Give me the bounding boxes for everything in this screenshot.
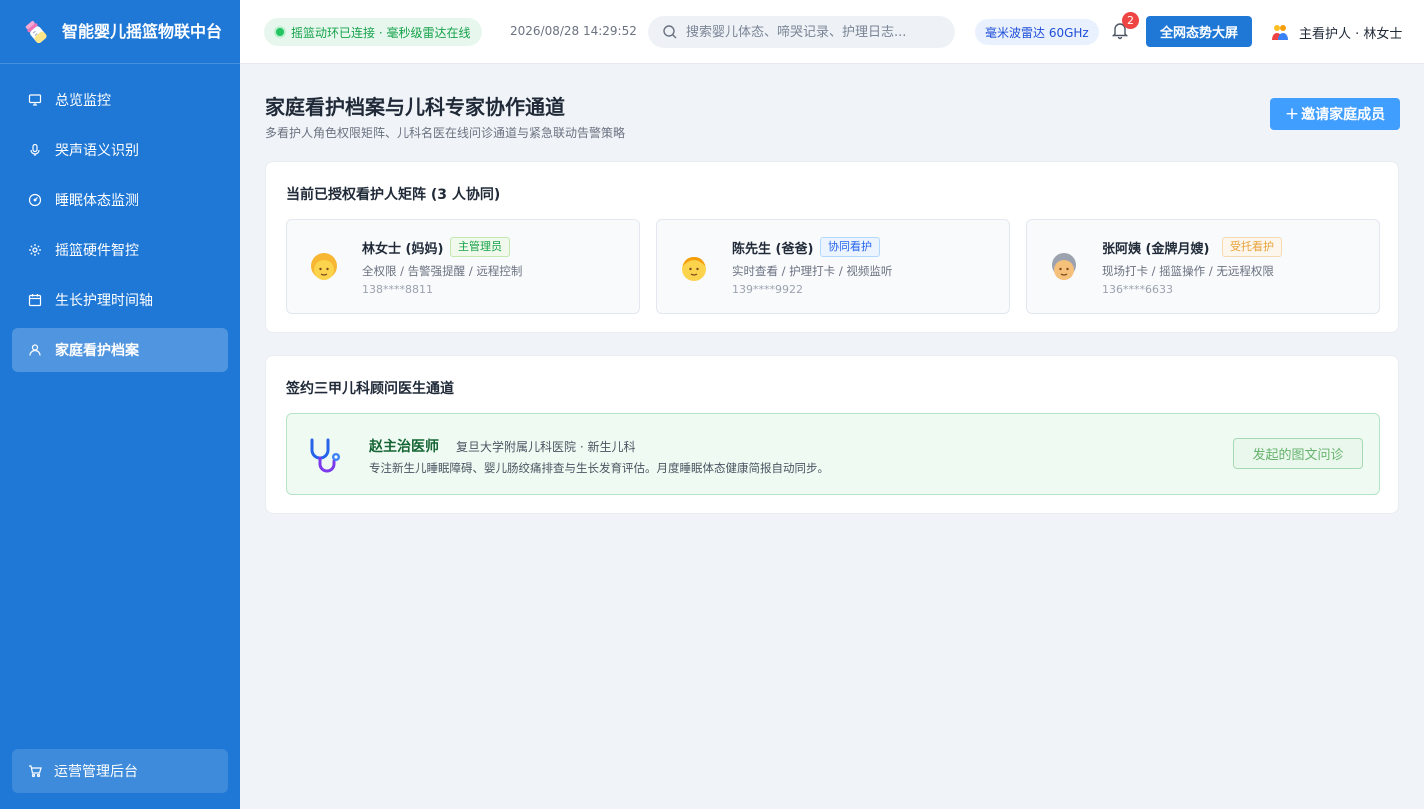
top-header: 摇篮动环已连接 · 毫秒级雷达在线 2026/08/28 14:29:52 毫米… [240, 0, 1424, 64]
role-badge: 主管理员 [450, 237, 510, 257]
guardian-name: 张阿姨 (金牌月嫂) [1102, 242, 1210, 257]
status-dot-icon [276, 28, 284, 36]
role-badge: 协同看护 [820, 237, 880, 257]
sidebar-item-label: 生长护理时间轴 [55, 293, 153, 309]
guardian-permissions: 全权限 / 告警强提醒 / 远程控制 [362, 264, 523, 278]
sidebar-item-family-archive[interactable]: 家庭看护档案 [12, 328, 228, 372]
guardian-name: 陈先生 (爸爸) [732, 242, 814, 257]
sidebar-item-hardware-control[interactable]: 摇篮硬件智控 [12, 228, 228, 272]
current-datetime: 2026/08/28 14:29:52 [510, 24, 637, 38]
plus-icon: + [1284, 104, 1300, 124]
guardians-card: 当前已授权看护人矩阵 (3 人协同) 林女士 (妈妈) 主管理员 全权限 / 告… [265, 161, 1399, 333]
guardian-phone: 139****9922 [732, 283, 803, 296]
family-avatar-icon [1272, 25, 1288, 40]
guardian-card[interactable]: 张阿姨 (金牌月嫂) 受托看护 现场打卡 / 摇篮操作 / 无远程权限 136*… [1026, 219, 1380, 314]
sidebar-nav: 总览监控 哭声语义识别 睡眠体态监测 摇篮硬件智控 生长护理时间轴 家庭看护档案 [0, 64, 240, 372]
doctor-card: 签约三甲儿科顾问医生通道 赵主治医师 复旦大学附属儿科医院 · 新生儿科 专注新… [265, 355, 1399, 514]
sidebar-item-label: 家庭看护档案 [55, 343, 139, 359]
sidebar-item-label: 总览监控 [55, 93, 111, 109]
notification-count-badge: 2 [1122, 12, 1139, 29]
consult-button[interactable]: 发起的图文问诊 [1233, 438, 1363, 469]
mic-icon [28, 143, 42, 157]
man-avatar-icon [682, 257, 706, 281]
doctor-channel: 赵主治医师 复旦大学附属儿科医院 · 新生儿科 专注新生儿睡眠障碍、婴儿肠绞痛排… [286, 413, 1380, 495]
guardian-permissions: 实时查看 / 护理打卡 / 视频监听 [732, 264, 893, 278]
sidebar-item-label: 哭声语义识别 [55, 143, 139, 159]
guardian-card[interactable]: 陈先生 (爸爸) 协同看护 实时查看 / 护理打卡 / 视频监听 139****… [656, 219, 1010, 314]
cart-icon [28, 764, 42, 778]
search-input[interactable] [686, 24, 926, 40]
monitor-icon [28, 93, 42, 107]
gauge-icon [28, 193, 42, 207]
sidebar-item-ops-admin[interactable]: 运营管理后台 [12, 749, 228, 793]
sidebar-item-sleep-monitor[interactable]: 睡眠体态监测 [12, 178, 228, 222]
elder-woman-avatar-icon [1052, 253, 1076, 280]
invite-family-button[interactable]: + 邀请家庭成员 [1270, 98, 1400, 130]
user-profile[interactable]: 主看护人 · 林女士 [1270, 22, 1402, 42]
radar-badge: 毫米波雷达 60GHz [975, 19, 1099, 45]
woman-avatar-icon [311, 253, 337, 280]
page-subtitle: 多看护人角色权限矩阵、儿科名医在线问诊通道与紧急联动告警策略 [265, 126, 626, 140]
doctor-description: 专注新生儿睡眠障碍、婴儿肠绞痛排查与生长发育评估。月度睡眠体态健康简报自动同步。 [369, 461, 829, 475]
sidebar-item-overview[interactable]: 总览监控 [12, 78, 228, 122]
doctor-hospital: 复旦大学附属儿科医院 · 新生儿科 [456, 440, 636, 454]
app-title: 智能婴儿摇篮物联中台 [62, 21, 223, 41]
page-title: 家庭看护档案与儿科专家协作通道 [265, 95, 565, 119]
stethoscope-icon [310, 438, 340, 473]
doctor-section-title: 签约三甲儿科顾问医生通道 [286, 381, 454, 397]
connection-status-text: 摇篮动环已连接 · 毫秒级雷达在线 [291, 25, 471, 40]
sidebar-item-cry-recognition[interactable]: 哭声语义识别 [12, 128, 228, 172]
guardian-card[interactable]: 林女士 (妈妈) 主管理员 全权限 / 告警强提醒 / 远程控制 138****… [286, 219, 640, 314]
sidebar-item-label: 睡眠体态监测 [55, 193, 139, 209]
brand: 智能婴儿摇篮物联中台 [0, 0, 240, 64]
baby-bottle-icon [25, 20, 47, 43]
user-label: 主看护人 · 林女士 [1299, 26, 1403, 42]
user-icon [28, 343, 42, 357]
sidebar-item-label: 摇篮硬件智控 [55, 243, 139, 259]
search-box[interactable] [648, 16, 955, 48]
role-badge: 受托看护 [1222, 237, 1282, 257]
search-icon [663, 25, 677, 39]
guardian-permissions: 现场打卡 / 摇篮操作 / 无远程权限 [1102, 264, 1274, 278]
guardian-name: 林女士 (妈妈) [362, 242, 444, 257]
gear-icon [28, 243, 42, 257]
guardian-phone: 138****8811 [362, 283, 433, 296]
sidebar: 智能婴儿摇篮物联中台 总览监控 哭声语义识别 睡眠体态监测 摇篮硬件智控 生长护… [0, 0, 240, 809]
connection-status-badge: 摇篮动环已连接 · 毫秒级雷达在线 [264, 18, 483, 46]
doctor-name: 赵主治医师 [369, 439, 439, 455]
calendar-icon [28, 293, 42, 307]
guardians-section-title: 当前已授权看护人矩阵 (3 人协同) [286, 187, 501, 203]
sidebar-item-growth-timeline[interactable]: 生长护理时间轴 [12, 278, 228, 322]
invite-button-label: 邀请家庭成员 [1301, 107, 1386, 123]
sidebar-footer-label: 运营管理后台 [54, 764, 138, 780]
big-screen-button[interactable]: 全网态势大屏 [1146, 16, 1252, 47]
guardian-phone: 136****6633 [1102, 283, 1173, 296]
